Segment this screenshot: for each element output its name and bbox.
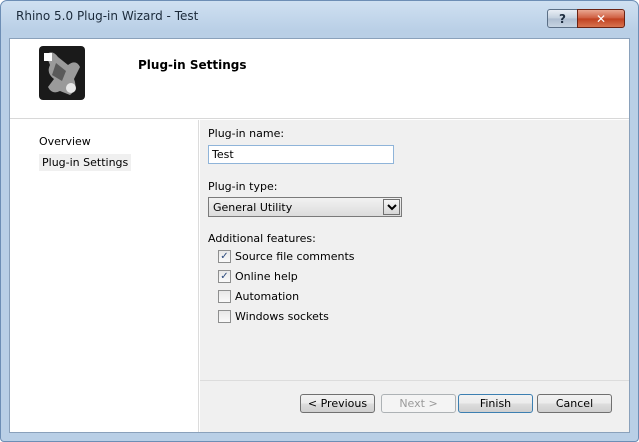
plugin-name-label: Plug-in name: [208, 127, 285, 140]
additional-features-label: Additional features: [208, 232, 316, 245]
plugin-name-input[interactable]: Test [208, 145, 394, 164]
settings-panel: Plug-in name: Test Plug-in type: General… [200, 120, 629, 380]
close-icon: ✕ [595, 11, 607, 26]
checkbox-checked[interactable]: ✓ [218, 270, 231, 283]
title-bar[interactable]: Rhino 5.0 Plug-in Wizard - Test ? ✕ [1, 1, 638, 31]
wizard-header: Plug-in Settings [10, 39, 629, 119]
feature-label: Source file comments [235, 250, 355, 263]
nav-item-overview[interactable]: Overview [39, 135, 91, 148]
feature-source-file-comments[interactable]: ✓ Source file comments [218, 250, 355, 263]
wizard-nav: Overview Plug-in Settings [10, 120, 199, 432]
wizard-footer: < Previous Next > Finish Cancel [200, 380, 629, 432]
help-button[interactable]: ? [547, 9, 578, 28]
plugin-type-value: General Utility [213, 201, 293, 214]
feature-label: Online help [235, 270, 298, 283]
rhino-logo-icon [39, 46, 85, 100]
feature-windows-sockets[interactable]: Windows sockets [218, 310, 329, 323]
question-icon: ? [559, 11, 566, 26]
previous-button[interactable]: < Previous [300, 394, 375, 413]
next-button[interactable]: Next > [381, 394, 456, 413]
nav-item-plugin-settings[interactable]: Plug-in Settings [39, 154, 132, 171]
feature-label: Automation [235, 290, 300, 303]
page-title: Plug-in Settings [138, 58, 247, 72]
feature-label: Windows sockets [235, 310, 329, 323]
checkbox-checked[interactable]: ✓ [218, 250, 231, 263]
plugin-type-label: Plug-in type: [208, 180, 278, 193]
checkbox-unchecked[interactable] [218, 290, 231, 303]
dropdown-button[interactable] [383, 199, 400, 215]
close-button[interactable]: ✕ [577, 9, 625, 28]
wizard-window: Rhino 5.0 Plug-in Wizard - Test ? ✕ Plug… [0, 0, 639, 442]
window-title: Rhino 5.0 Plug-in Wizard - Test [16, 9, 199, 23]
finish-button[interactable]: Finish [458, 394, 533, 413]
feature-automation[interactable]: Automation [218, 290, 299, 303]
cancel-button[interactable]: Cancel [537, 394, 612, 413]
chevron-down-icon [386, 203, 397, 210]
plugin-type-select[interactable]: General Utility [208, 197, 402, 217]
checkbox-unchecked[interactable] [218, 310, 231, 323]
wizard-client-area: Plug-in Settings Overview Plug-in Settin… [9, 38, 630, 433]
feature-online-help[interactable]: ✓ Online help [218, 270, 298, 283]
